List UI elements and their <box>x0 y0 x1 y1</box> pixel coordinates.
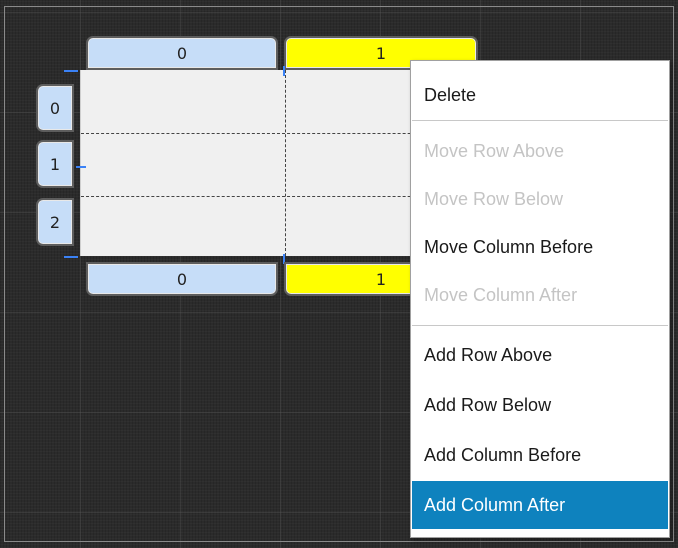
splitter-tick <box>64 70 78 72</box>
column-divider <box>285 70 286 256</box>
menu-item-add-column-before[interactable]: Add Column Before <box>412 431 668 479</box>
context-menu: Delete Move Row Above Move Row Below Mov… <box>410 60 670 538</box>
menu-item-move-row-above: Move Row Above <box>424 140 565 161</box>
splitter-tick <box>64 256 78 258</box>
menu-separator <box>412 120 668 121</box>
column-header-top-0[interactable]: 0 <box>86 36 278 70</box>
menu-separator <box>412 325 668 326</box>
menu-item-add-row-below[interactable]: Add Row Below <box>412 381 668 429</box>
row-header-0[interactable]: 0 <box>36 84 74 132</box>
menu-item-add-column-after[interactable]: Add Column After <box>412 481 668 529</box>
menu-item-move-column-after: Move Column After <box>424 284 578 305</box>
menu-item-move-row-below: Move Row Below <box>424 188 564 209</box>
row-header-2[interactable]: 2 <box>36 198 74 246</box>
column-header-bottom-0[interactable]: 0 <box>86 262 278 296</box>
row-header-1[interactable]: 1 <box>36 140 74 188</box>
splitter-tick <box>283 66 285 76</box>
menu-item-move-column-before[interactable]: Move Column Before <box>412 223 668 271</box>
menu-item-add-row-above[interactable]: Add Row Above <box>412 331 668 379</box>
menu-item-delete[interactable]: Delete <box>412 71 668 119</box>
splitter-tick <box>76 166 86 168</box>
